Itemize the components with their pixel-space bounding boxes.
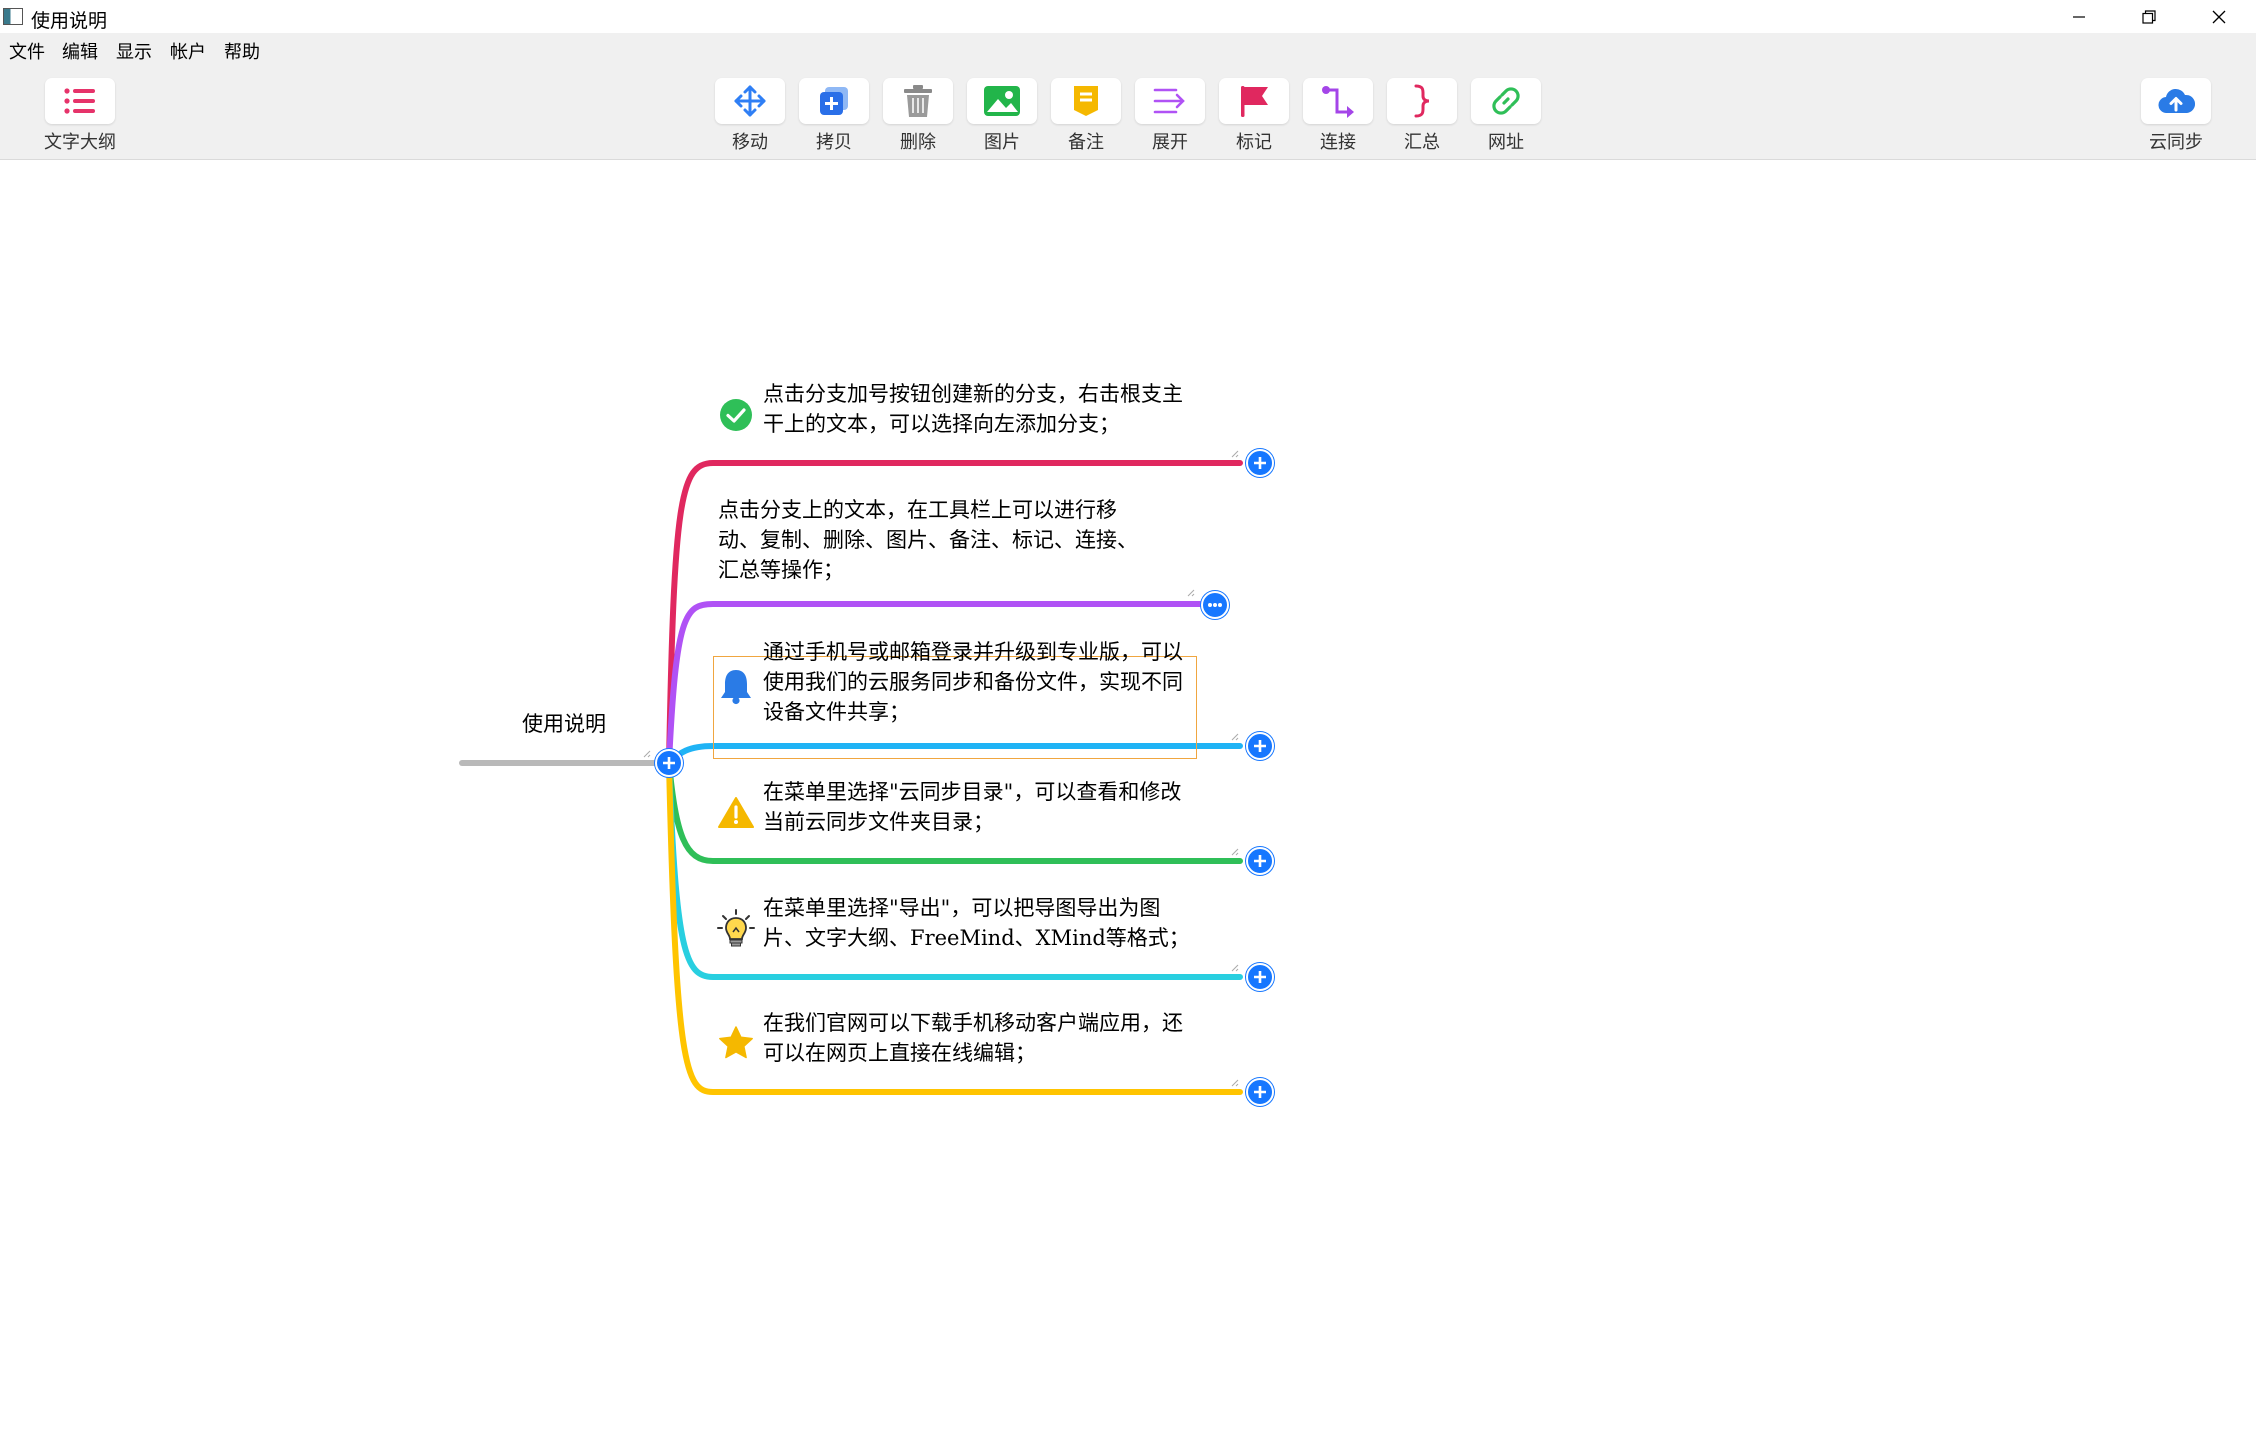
expand-label: 展开 — [1152, 132, 1188, 152]
plus-icon — [1254, 971, 1266, 983]
topic-3-line-1: 通过手机号或邮箱登录并升级到专业版，可以 — [763, 640, 1183, 664]
toolbar: 文字大纲 移动 拷贝 删除 图片 备注 展开 标记 连接 汇总 网址 云同步 — [0, 65, 2256, 160]
connect-label: 连接 — [1320, 132, 1356, 152]
topic-2-more-button[interactable] — [1201, 591, 1229, 619]
plus-icon — [663, 757, 675, 769]
topic-2-line-2: 动、复制、删除、图片、备注、标记、连接、 — [718, 528, 1138, 552]
topic-2[interactable]: 点击分支上的文本，在工具栏上可以进行移 动、复制、删除、图片、备注、标记、连接、… — [718, 495, 1138, 585]
topic-4[interactable]: 在菜单里选择"云同步目录"，可以查看和修改 当前云同步文件夹目录； — [763, 777, 1181, 837]
restore-button[interactable] — [2114, 0, 2184, 33]
menu-help[interactable]: 帮助 — [224, 38, 260, 64]
menu-view[interactable]: 显示 — [116, 38, 152, 64]
note-icon — [1074, 86, 1098, 116]
note-button[interactable]: 备注 — [1044, 78, 1128, 163]
cloud-sync-button[interactable]: 云同步 — [2134, 78, 2218, 163]
window-title: 使用说明 — [31, 11, 108, 32]
menu-bar: 文件 编辑 显示 帐户 帮助 — [0, 33, 2256, 65]
plus-icon — [1254, 855, 1266, 867]
star-icon — [717, 1025, 755, 1066]
delete-label: 删除 — [900, 132, 936, 152]
cloud-upload-icon — [2158, 88, 2195, 114]
url-label: 网址 — [1488, 132, 1524, 152]
topic-1-add-button[interactable] — [1246, 449, 1274, 477]
copy-label: 拷贝 — [816, 132, 852, 152]
outline-button[interactable]: 文字大纲 — [38, 78, 122, 163]
image-label: 图片 — [984, 132, 1020, 152]
lightbulb-icon — [717, 908, 755, 955]
summary-label: 汇总 — [1404, 132, 1440, 152]
root-topic[interactable]: 使用说明 — [522, 709, 606, 739]
link-icon — [1492, 87, 1520, 115]
plus-icon — [1254, 740, 1266, 752]
topic-4-line-2: 当前云同步文件夹目录； — [763, 810, 994, 834]
title-bar: 使用说明 — [0, 0, 2256, 33]
topic-1-line-2: 干上的文本，可以选择向左添加分支； — [763, 412, 1120, 436]
topic-5-add-button[interactable] — [1246, 963, 1274, 991]
cloud-sync-label: 云同步 — [2149, 132, 2203, 152]
topic-3[interactable]: 通过手机号或邮箱登录并升级到专业版，可以 使用我们的云服务同步和备份文件，实现不… — [763, 637, 1183, 727]
expand-button[interactable]: 展开 — [1128, 78, 1212, 163]
plus-icon — [1254, 457, 1266, 469]
topic-6-add-button[interactable] — [1246, 1078, 1274, 1106]
topic-6[interactable]: 在我们官网可以下载手机移动客户端应用，还 可以在网页上直接在线编辑； — [763, 1008, 1183, 1068]
move-icon — [734, 85, 766, 117]
topic-1-line-1: 点击分支加号按钮创建新的分支，右击根支主 — [763, 382, 1183, 406]
url-button[interactable]: 网址 — [1464, 78, 1548, 163]
menu-account[interactable]: 帐户 — [170, 38, 206, 64]
plus-icon — [1254, 1086, 1266, 1098]
topic-5-line-2: 片、文字大纲、FreeMind、XMind等格式； — [763, 926, 1190, 950]
image-button[interactable]: 图片 — [960, 78, 1044, 163]
outline-label: 文字大纲 — [44, 132, 116, 152]
more-icon — [1208, 603, 1222, 607]
list-icon — [64, 88, 95, 114]
menu-edit[interactable]: 编辑 — [62, 38, 98, 64]
topic-5-line-1: 在菜单里选择"导出"，可以把导图导出为图 — [763, 896, 1161, 920]
mark-button[interactable]: 标记 — [1212, 78, 1296, 163]
topic-4-line-1: 在菜单里选择"云同步目录"，可以查看和修改 — [763, 780, 1182, 804]
delete-button[interactable]: 删除 — [876, 78, 960, 163]
topic-3-line-3: 设备文件共享； — [763, 700, 910, 724]
expand-icon — [1153, 88, 1185, 114]
close-icon — [2212, 10, 2226, 23]
copy-button[interactable]: 拷贝 — [792, 78, 876, 163]
mark-label: 标记 — [1236, 132, 1272, 152]
topic-6-line-2: 可以在网页上直接在线编辑； — [763, 1041, 1036, 1065]
close-button[interactable] — [2184, 0, 2254, 33]
minimize-icon — [2073, 15, 2085, 18]
mindmap-canvas[interactable]: 使用说明 点击分支加号按钮创建新的分支，右击根支主 干上的文本，可以选择向左添加… — [0, 160, 2256, 1443]
topic-1[interactable]: 点击分支加号按钮创建新的分支，右击根支主 干上的文本，可以选择向左添加分支； — [763, 379, 1183, 439]
app-icon — [3, 8, 23, 25]
move-label: 移动 — [732, 132, 768, 152]
topic-2-line-3: 汇总等操作； — [718, 558, 844, 582]
restore-icon — [2142, 9, 2156, 24]
minimize-button[interactable] — [2044, 0, 2114, 33]
summary-button[interactable]: 汇总 — [1380, 78, 1464, 163]
brace-icon — [1414, 84, 1430, 118]
menu-file[interactable]: 文件 — [9, 38, 45, 64]
connect-button[interactable]: 连接 — [1296, 78, 1380, 163]
check-icon — [719, 398, 753, 437]
connect-icon — [1322, 86, 1354, 118]
topic-5[interactable]: 在菜单里选择"导出"，可以把导图导出为图 片、文字大纲、FreeMind、XMi… — [763, 893, 1190, 953]
flag-icon — [1241, 86, 1268, 117]
topic-6-line-1: 在我们官网可以下载手机移动客户端应用，还 — [763, 1011, 1183, 1035]
move-button[interactable]: 移动 — [708, 78, 792, 163]
trash-icon — [904, 85, 932, 117]
topic-3-line-2: 使用我们的云服务同步和备份文件，实现不同 — [763, 670, 1183, 694]
topic-3-add-button[interactable] — [1246, 732, 1274, 760]
image-icon — [984, 86, 1020, 116]
note-label: 备注 — [1068, 132, 1104, 152]
bell-icon — [719, 667, 753, 710]
copy-icon — [820, 87, 848, 115]
topic-2-line-1: 点击分支上的文本，在工具栏上可以进行移 — [718, 498, 1117, 522]
root-add-button[interactable] — [655, 749, 683, 777]
warning-icon — [718, 796, 754, 833]
topic-4-add-button[interactable] — [1246, 847, 1274, 875]
